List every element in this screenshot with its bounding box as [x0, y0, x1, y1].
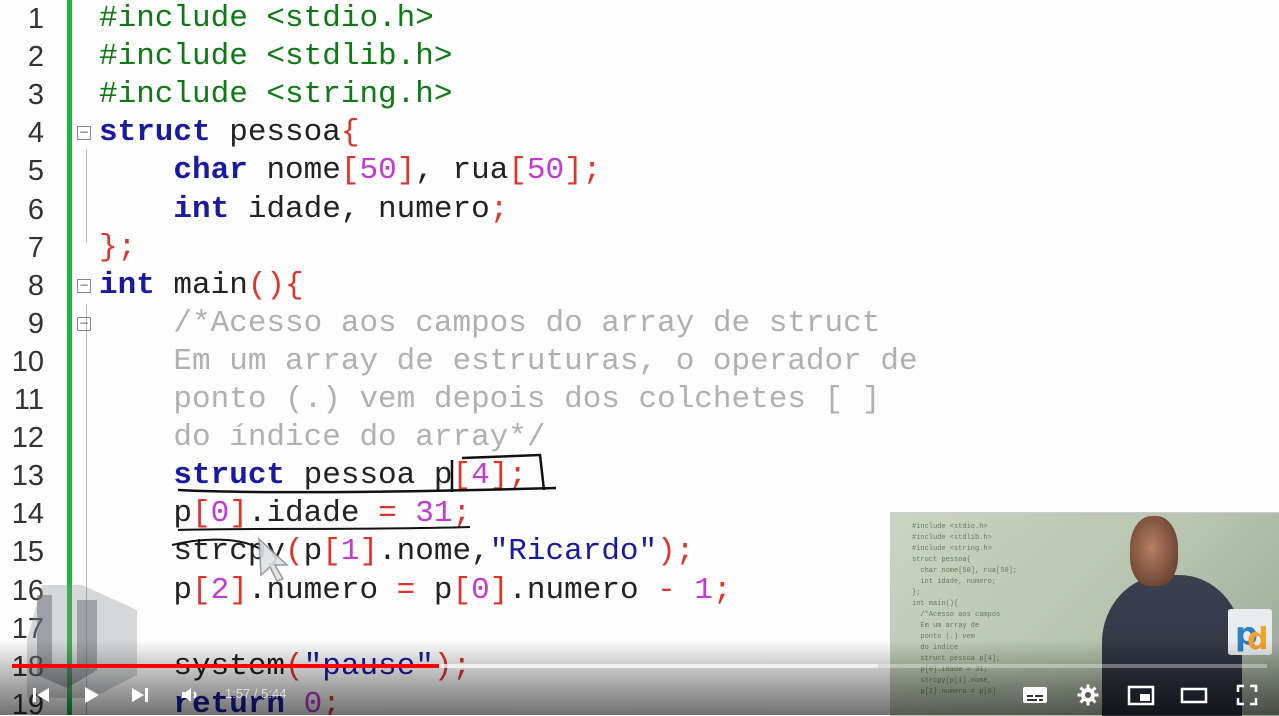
- webcam-code-line: struct pessoa{: [912, 556, 971, 564]
- miniplayer-icon: [1127, 685, 1155, 706]
- webcam-code-line: Em um array de: [912, 622, 980, 630]
- subtitles-button[interactable]: [1020, 682, 1050, 708]
- theater-mode-icon: [1180, 687, 1208, 704]
- skip-next-icon: [132, 688, 148, 702]
- volume-icon: [182, 688, 197, 702]
- time-total: 5:44: [261, 686, 287, 701]
- skip-next-button[interactable]: [125, 682, 155, 708]
- time-separator: /: [250, 686, 262, 701]
- webcam-code-line: #include <stdio.h>: [912, 523, 988, 531]
- play-button[interactable]: [76, 682, 106, 708]
- webcam-code-line: int main(){: [912, 600, 959, 608]
- fullscreen-button[interactable]: [1232, 682, 1262, 708]
- miniplayer-button[interactable]: [1126, 682, 1156, 708]
- mouse-cursor-icon: [258, 537, 289, 582]
- play-icon: [85, 687, 99, 703]
- volume-button[interactable]: [175, 682, 205, 708]
- video-progress-bar[interactable]: [12, 664, 1267, 668]
- time-current: 1:57: [225, 686, 251, 701]
- webcam-code-line: char nome[50], rua[50];: [912, 567, 1018, 575]
- webcam-code-line: int idade, numero;: [912, 578, 997, 586]
- underline-idade-line: [177, 526, 471, 531]
- presenter-head: [1130, 516, 1178, 586]
- webcam-code-line: #include <string.h>: [912, 545, 992, 553]
- scribble-strcpy: [171, 538, 263, 551]
- theater-mode-button[interactable]: [1179, 682, 1209, 708]
- underline-struct-decl: [177, 486, 557, 494]
- settings-gear-icon: [1077, 684, 1099, 706]
- skip-previous-button[interactable]: [26, 682, 56, 708]
- webcam-code-line: };: [912, 589, 921, 597]
- time-display: 1:57 / 5:44: [225, 686, 286, 701]
- settings-button[interactable]: [1073, 682, 1103, 708]
- subtitles-icon: [1023, 687, 1047, 703]
- fullscreen-icon: [1236, 684, 1258, 706]
- webcam-code-line: #include <stdlib.h>: [912, 534, 992, 542]
- webcam-code-line: /*Acesso aos campos: [912, 611, 1001, 619]
- box-around-array-size: [450, 453, 546, 492]
- progress-played: [12, 664, 439, 668]
- skip-previous-icon: [33, 688, 49, 702]
